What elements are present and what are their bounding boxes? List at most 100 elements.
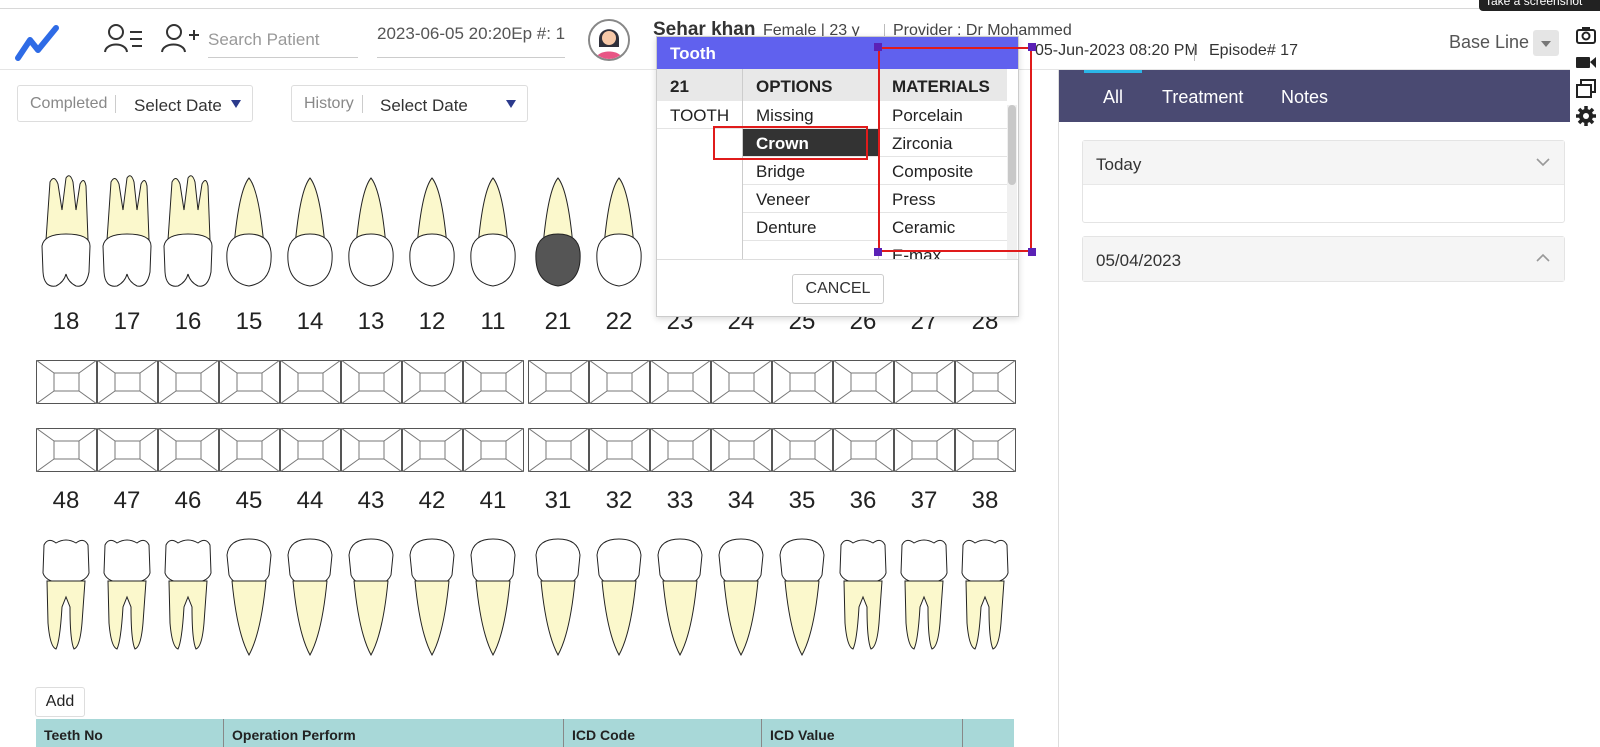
tooth-surface-grid[interactable]: [528, 360, 589, 404]
tooth-icon[interactable]: [280, 170, 340, 295]
tooth-surface-grid[interactable]: [219, 360, 280, 404]
tooth-surface-grid[interactable]: [280, 428, 341, 472]
accordion-header[interactable]: Today: [1083, 141, 1564, 185]
tooth-surface-grid[interactable]: [219, 428, 280, 472]
tab-treatment[interactable]: Treatment: [1162, 87, 1243, 108]
tooth-surface-grid[interactable]: [772, 428, 833, 472]
tooth-surface-grid[interactable]: [833, 360, 894, 404]
tooth-number-label: 41: [479, 487, 507, 514]
accordion-title: Today: [1096, 155, 1142, 174]
tooth-icon[interactable]: [589, 170, 649, 295]
tooth-icon[interactable]: [341, 170, 401, 295]
app-logo-icon[interactable]: [14, 22, 62, 62]
tooth-surface-grid[interactable]: [463, 428, 524, 472]
tooth-surface-grid[interactable]: [36, 360, 97, 404]
chevron-down-icon[interactable]: [506, 100, 516, 108]
accordion-header[interactable]: 05/04/2023: [1083, 237, 1564, 281]
history-filter[interactable]: History Select Date: [291, 85, 528, 122]
option-item[interactable]: Missing: [743, 101, 878, 129]
history-date-select[interactable]: Select Date: [380, 96, 468, 116]
completed-filter[interactable]: Completed Select Date: [17, 85, 253, 122]
tooth-surface-grid[interactable]: [402, 428, 463, 472]
patient-list-icon[interactable]: [104, 22, 144, 56]
selection-handle[interactable]: [874, 43, 882, 51]
tooth-icon[interactable]: [36, 537, 96, 662]
windows-icon[interactable]: [1575, 78, 1597, 100]
tooth-icon[interactable]: [589, 537, 649, 662]
selection-handle[interactable]: [1028, 43, 1036, 51]
tooth-icon[interactable]: [97, 537, 157, 662]
tooth-surface-grid[interactable]: [341, 360, 402, 404]
tooth-icon[interactable]: [528, 537, 588, 662]
tooth-surface-grid[interactable]: [158, 428, 219, 472]
tooth-surface-grid[interactable]: [833, 428, 894, 472]
tooth-surface-grid[interactable]: [772, 360, 833, 404]
tooth-surface-grid[interactable]: [711, 428, 772, 472]
chevron-down-icon[interactable]: [1536, 155, 1550, 169]
tooth-surface-grid[interactable]: [402, 360, 463, 404]
selection-handle[interactable]: [874, 248, 882, 256]
tooth-icon[interactable]: [158, 537, 218, 662]
tooth-surface-grid[interactable]: [589, 360, 650, 404]
add-patient-icon[interactable]: [160, 22, 200, 56]
tooth-icon[interactable]: [219, 170, 279, 295]
tooth-surface-grid[interactable]: [97, 428, 158, 472]
camera-icon[interactable]: [1575, 24, 1597, 46]
tooth-icon[interactable]: [402, 170, 462, 295]
tooth-surface-grid[interactable]: [463, 360, 524, 404]
tooth-icon[interactable]: [833, 537, 893, 662]
tooth-icon[interactable]: [280, 537, 340, 662]
table-header-teeth-no[interactable]: Teeth No: [36, 727, 103, 747]
tooth-surface-grid[interactable]: [650, 360, 711, 404]
tooth-number-label: 38: [971, 487, 999, 514]
tooth-icon[interactable]: [463, 170, 523, 295]
add-button[interactable]: Add: [35, 687, 85, 717]
tooth-surface-grid[interactable]: [158, 360, 219, 404]
tooth-surface-grid[interactable]: [955, 428, 1016, 472]
tooth-icon[interactable]: [219, 537, 279, 662]
date-episode-field[interactable]: 2023-06-05 20:20Ep #: 17: [377, 22, 565, 58]
tooth-icon[interactable]: [97, 170, 157, 295]
option-item[interactable]: Veneer: [743, 185, 878, 213]
tooth-surface-grid[interactable]: [650, 428, 711, 472]
tooth-surface-grid[interactable]: [97, 360, 158, 404]
tooth-icon[interactable]: [158, 170, 218, 295]
completed-date-select[interactable]: Select Date: [134, 96, 222, 116]
tooth-surface-grid[interactable]: [280, 360, 341, 404]
tooth-surface-grid[interactable]: [341, 428, 402, 472]
tooth-icon[interactable]: [711, 537, 771, 662]
table-header-icd-value[interactable]: ICD Value: [762, 727, 835, 747]
tooth-surface-grid[interactable]: [36, 428, 97, 472]
tooth-icon[interactable]: [894, 537, 954, 662]
tooth-surface-grid[interactable]: [589, 428, 650, 472]
tooth-surface-grid[interactable]: [894, 428, 955, 472]
video-icon[interactable]: [1575, 51, 1597, 73]
chevron-up-icon[interactable]: [1536, 251, 1550, 265]
search-patient-input[interactable]: [208, 22, 358, 58]
gear-icon[interactable]: [1575, 105, 1597, 127]
cancel-button[interactable]: CANCEL: [792, 274, 884, 304]
option-item[interactable]: Denture: [743, 213, 878, 241]
baseline-dropdown-button[interactable]: [1533, 30, 1559, 56]
tooth-icon[interactable]: [463, 537, 523, 662]
table-header-icd-code[interactable]: ICD Code: [564, 727, 635, 747]
tooth-surface-grid[interactable]: [711, 360, 772, 404]
table-header-operation[interactable]: Operation Perform: [224, 727, 356, 747]
tooth-icon[interactable]: [36, 170, 96, 295]
tooth-icon[interactable]: [772, 537, 832, 662]
tooth-icon[interactable]: [955, 537, 1015, 662]
patient-avatar[interactable]: [588, 19, 630, 61]
tab-notes[interactable]: Notes: [1281, 87, 1328, 108]
tab-all[interactable]: All: [1103, 87, 1123, 108]
tooth-surface-grid[interactable]: [894, 360, 955, 404]
tooth-icon[interactable]: [650, 537, 710, 662]
baseline-label[interactable]: Base Line: [1449, 32, 1529, 53]
tooth-surface-grid[interactable]: [528, 428, 589, 472]
tooth-icon[interactable]: [402, 537, 462, 662]
chevron-down-icon[interactable]: [231, 100, 241, 108]
option-item[interactable]: Bridge: [743, 157, 878, 185]
tooth-surface-grid[interactable]: [955, 360, 1016, 404]
tooth-icon[interactable]: [341, 537, 401, 662]
tooth-icon[interactable]: [528, 170, 588, 295]
selection-handle[interactable]: [1028, 248, 1036, 256]
